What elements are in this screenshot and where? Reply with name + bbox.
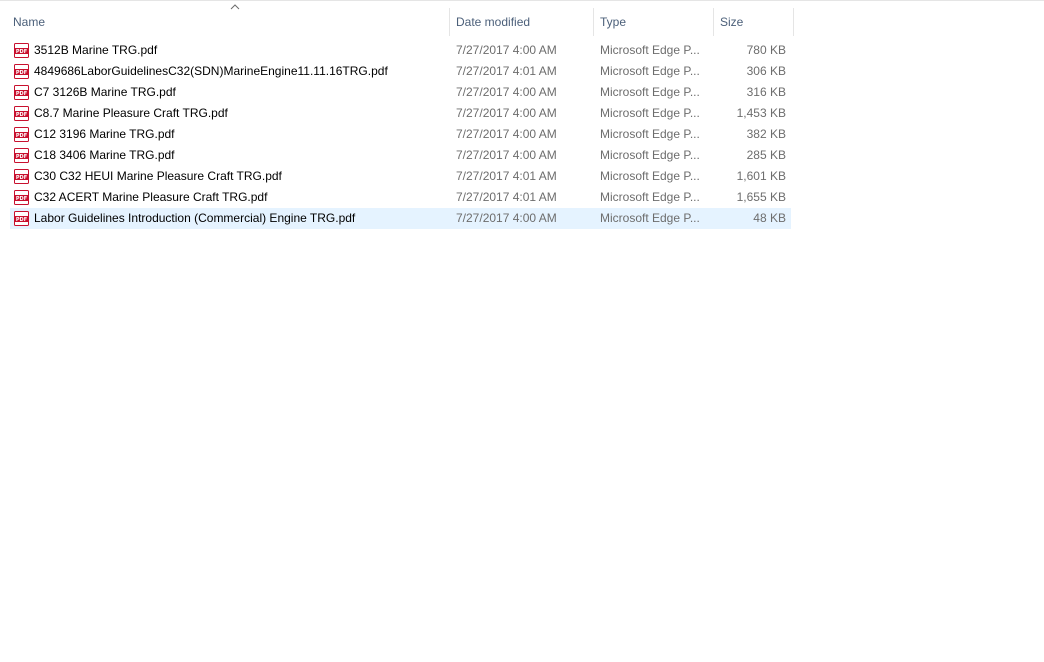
file-type: Microsoft Edge P... xyxy=(600,148,700,162)
file-size: 1,453 KB xyxy=(736,106,786,120)
pdf-file-icon: PDF xyxy=(14,211,29,226)
file-rows: PDF 3512B Marine TRG.pdf 7/27/2017 4:00 … xyxy=(10,40,791,229)
file-row-selected[interactable]: PDF Labor Guidelines Introduction (Comme… xyxy=(10,208,791,229)
pdf-file-icon: PDF xyxy=(14,106,29,121)
svg-text:PDF: PDF xyxy=(16,112,27,118)
file-type: Microsoft Edge P... xyxy=(600,106,700,120)
column-header-row: Name Date modified Type Size xyxy=(0,4,794,36)
file-name: C18 3406 Marine TRG.pdf xyxy=(34,148,175,162)
file-row[interactable]: PDF C7 3126B Marine TRG.pdf 7/27/2017 4:… xyxy=(10,82,791,103)
file-date-modified: 7/27/2017 4:01 AM xyxy=(456,64,557,78)
file-name: 4849686LaborGuidelinesC32(SDN)MarineEngi… xyxy=(34,64,388,78)
column-header-date-label: Date modified xyxy=(456,15,531,29)
file-type: Microsoft Edge P... xyxy=(600,43,700,57)
pdf-file-icon: PDF xyxy=(14,43,29,58)
file-type: Microsoft Edge P... xyxy=(600,85,700,99)
file-name: C32 ACERT Marine Pleasure Craft TRG.pdf xyxy=(34,190,268,204)
file-type: Microsoft Edge P... xyxy=(600,211,700,225)
pdf-file-icon: PDF xyxy=(14,64,29,79)
file-size: 1,655 KB xyxy=(736,190,786,204)
file-list-view: Name Date modified Type Size PDF 3512B M… xyxy=(0,0,1044,662)
svg-text:PDF: PDF xyxy=(16,196,27,202)
svg-text:PDF: PDF xyxy=(16,133,27,139)
column-header-type-label: Type xyxy=(600,15,627,29)
svg-text:PDF: PDF xyxy=(16,175,27,181)
file-type: Microsoft Edge P... xyxy=(600,64,700,78)
pdf-file-icon: PDF xyxy=(14,85,29,100)
pdf-file-icon: PDF xyxy=(14,169,29,184)
file-row[interactable]: PDF 3512B Marine TRG.pdf 7/27/2017 4:00 … xyxy=(10,40,791,61)
column-header-name[interactable]: Name xyxy=(7,4,450,36)
file-row[interactable]: PDF 4849686LaborGuidelinesC32(SDN)Marine… xyxy=(10,61,791,82)
file-date-modified: 7/27/2017 4:00 AM xyxy=(456,106,557,120)
column-header-size[interactable]: Size xyxy=(714,8,794,36)
file-name: C12 3196 Marine TRG.pdf xyxy=(34,127,175,141)
file-date-modified: 7/27/2017 4:01 AM xyxy=(456,169,557,183)
file-type: Microsoft Edge P... xyxy=(600,190,700,204)
file-date-modified: 7/27/2017 4:00 AM xyxy=(456,43,557,57)
svg-text:PDF: PDF xyxy=(16,91,27,97)
file-type: Microsoft Edge P... xyxy=(600,127,700,141)
pdf-file-icon: PDF xyxy=(14,148,29,163)
svg-text:PDF: PDF xyxy=(16,154,27,160)
column-header-name-label: Name xyxy=(13,15,46,29)
file-row[interactable]: PDF C32 ACERT Marine Pleasure Craft TRG.… xyxy=(10,187,791,208)
column-header-date-modified[interactable]: Date modified xyxy=(450,8,594,36)
svg-text:PDF: PDF xyxy=(16,217,27,223)
file-name: C7 3126B Marine TRG.pdf xyxy=(34,85,176,99)
column-header-size-label: Size xyxy=(720,15,744,29)
pdf-file-icon: PDF xyxy=(14,190,29,205)
file-name: Labor Guidelines Introduction (Commercia… xyxy=(34,211,356,225)
file-size: 306 KB xyxy=(746,64,786,78)
file-size: 780 KB xyxy=(746,43,786,57)
pdf-file-icon: PDF xyxy=(14,127,29,142)
svg-text:PDF: PDF xyxy=(16,49,27,55)
chevron-up-icon xyxy=(230,4,240,10)
file-name: 3512B Marine TRG.pdf xyxy=(34,43,158,57)
file-date-modified: 7/27/2017 4:00 AM xyxy=(456,85,557,99)
file-row[interactable]: PDF C12 3196 Marine TRG.pdf 7/27/2017 4:… xyxy=(10,124,791,145)
file-date-modified: 7/27/2017 4:01 AM xyxy=(456,190,557,204)
svg-text:PDF: PDF xyxy=(16,70,27,76)
file-size: 1,601 KB xyxy=(736,169,786,183)
file-name: C30 C32 HEUI Marine Pleasure Craft TRG.p… xyxy=(34,169,282,183)
file-size: 316 KB xyxy=(746,85,786,99)
file-name: C8.7 Marine Pleasure Craft TRG.pdf xyxy=(34,106,228,120)
file-date-modified: 7/27/2017 4:00 AM xyxy=(456,211,557,225)
file-size: 382 KB xyxy=(746,127,786,141)
file-row[interactable]: PDF C8.7 Marine Pleasure Craft TRG.pdf 7… xyxy=(10,103,791,124)
file-date-modified: 7/27/2017 4:00 AM xyxy=(456,148,557,162)
file-type: Microsoft Edge P... xyxy=(600,169,700,183)
column-header-type[interactable]: Type xyxy=(594,8,714,36)
file-size: 48 KB xyxy=(753,211,786,225)
file-date-modified: 7/27/2017 4:00 AM xyxy=(456,127,557,141)
top-divider xyxy=(0,0,1044,1)
file-row[interactable]: PDF C30 C32 HEUI Marine Pleasure Craft T… xyxy=(10,166,791,187)
file-size: 285 KB xyxy=(746,148,786,162)
file-row[interactable]: PDF C18 3406 Marine TRG.pdf 7/27/2017 4:… xyxy=(10,145,791,166)
